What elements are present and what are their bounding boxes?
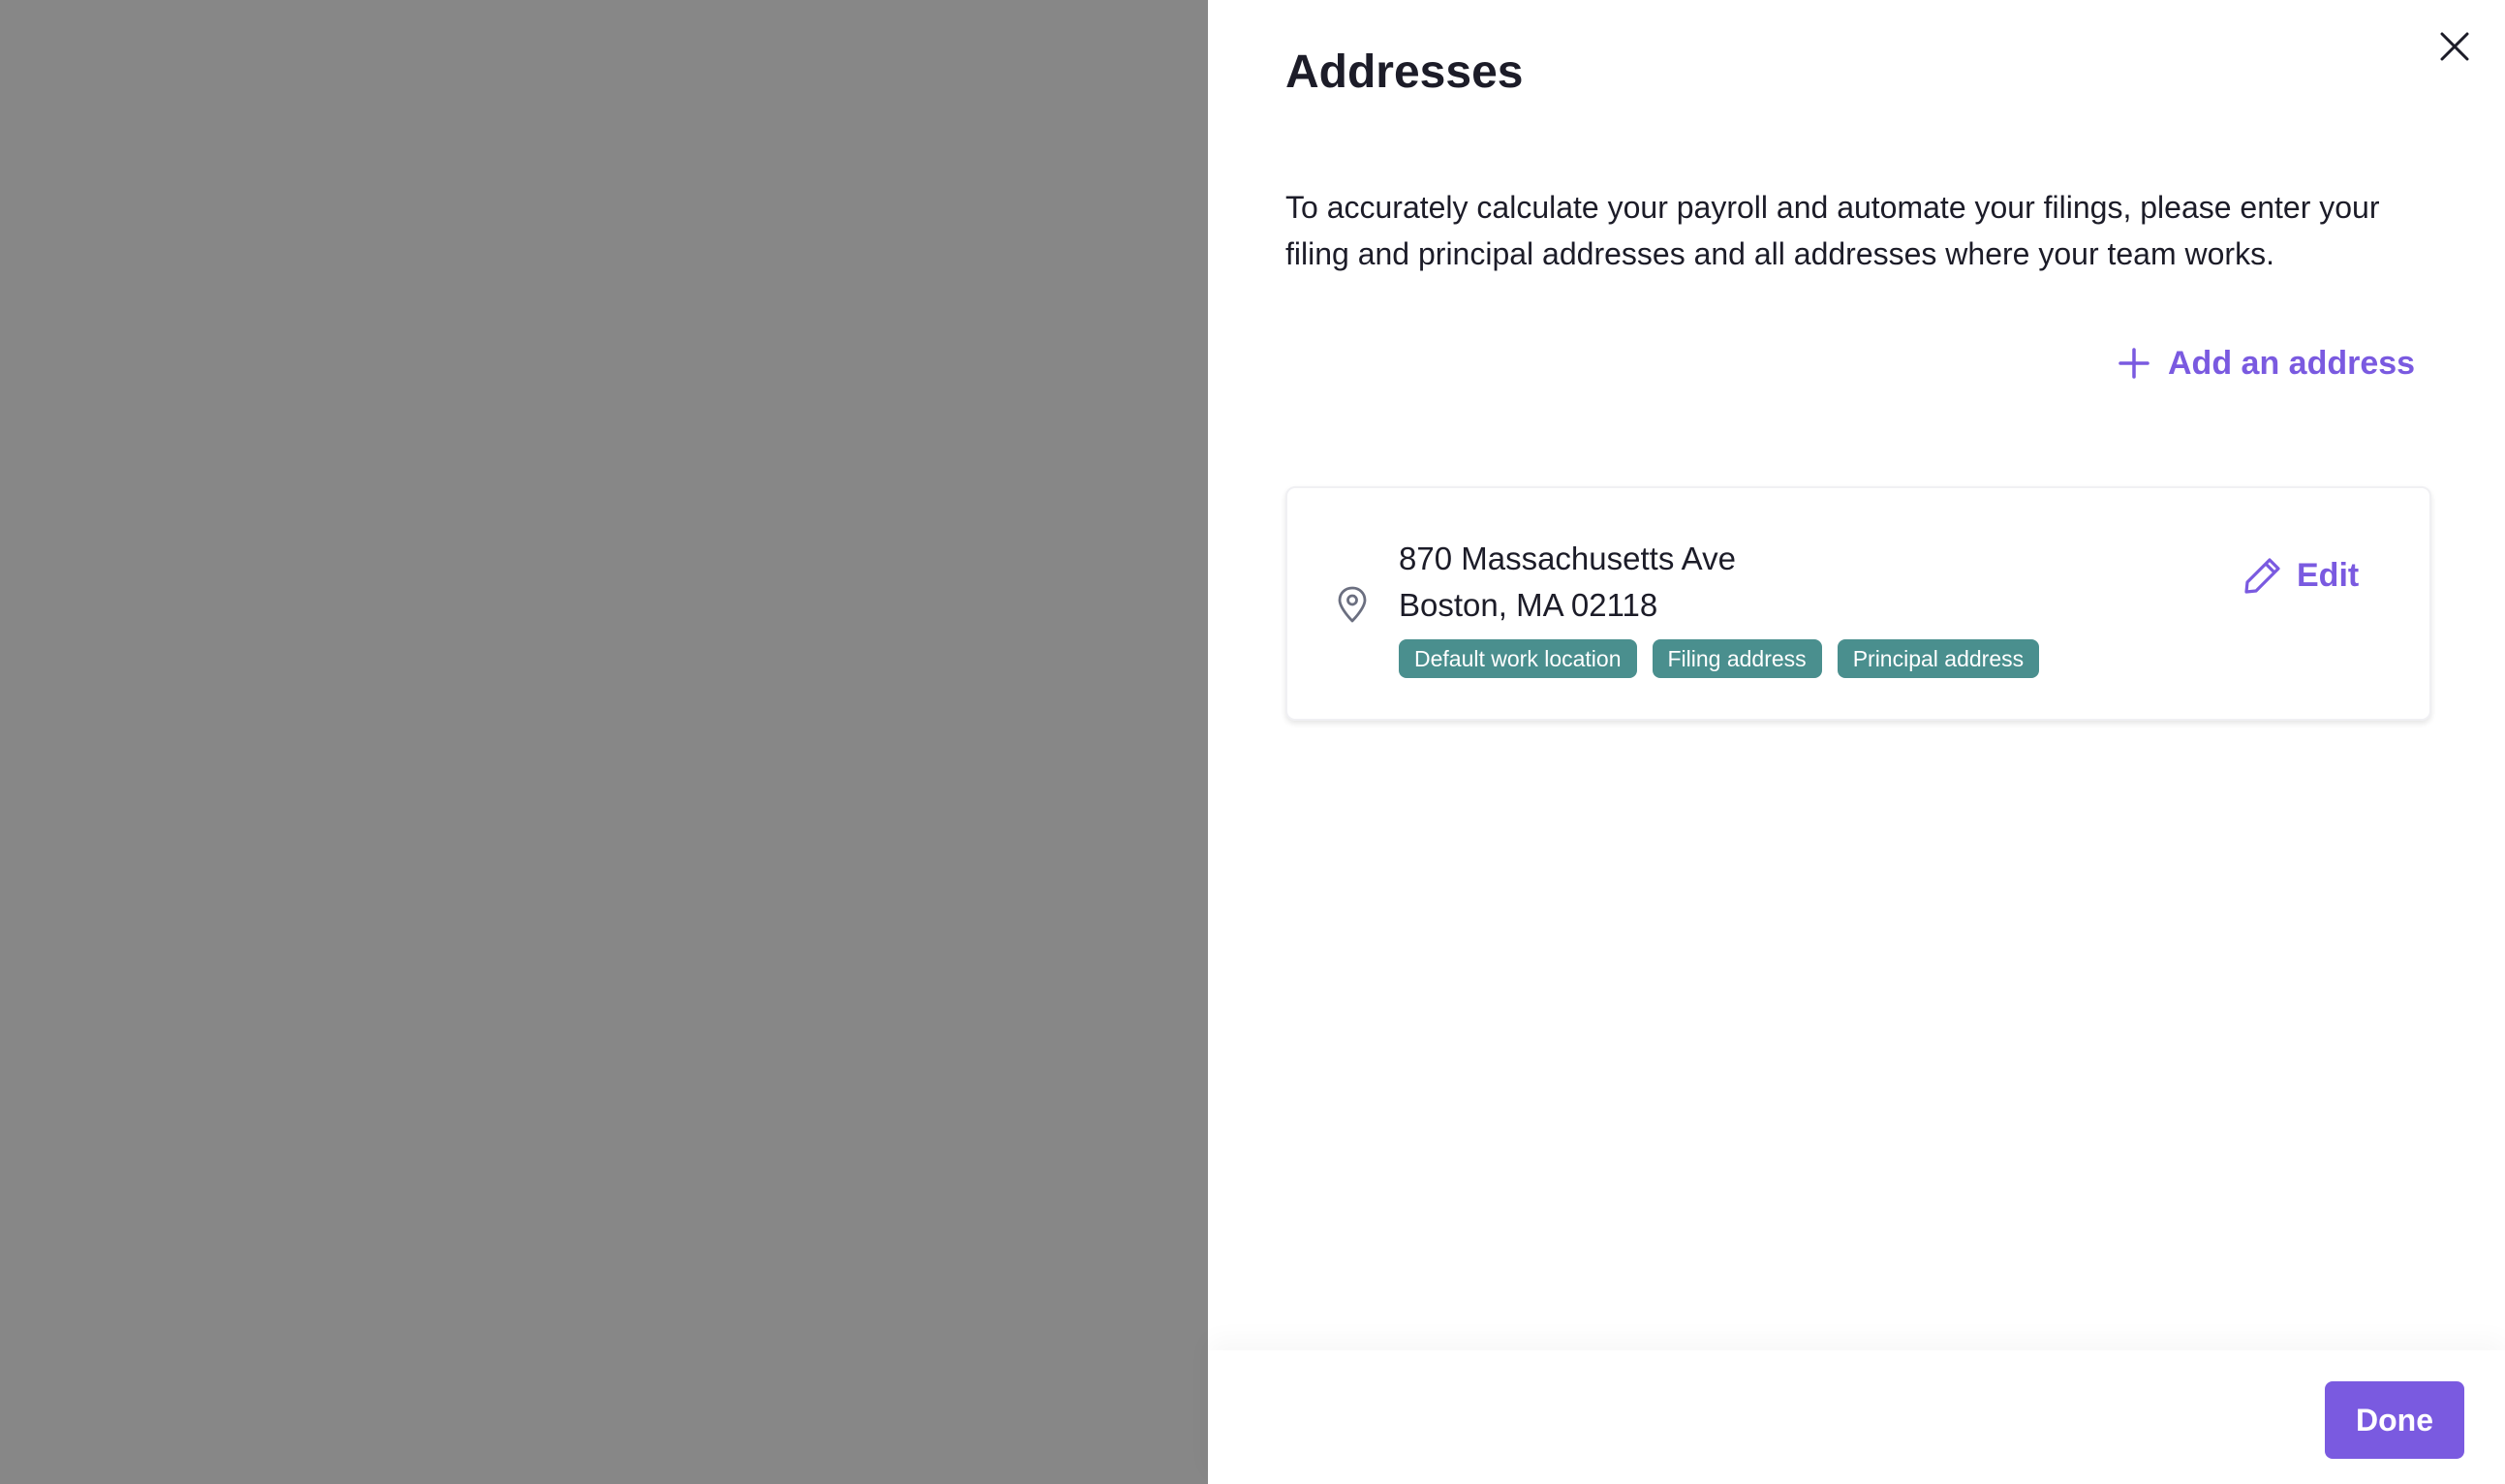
modal-backdrop[interactable] <box>0 0 1208 1484</box>
address-card: 870 Massachusetts Ave Boston, MA 02118 D… <box>1285 486 2431 721</box>
address-line-1: 870 Massachusetts Ave <box>1399 541 1736 576</box>
add-address-button[interactable]: Add an address <box>2118 339 2415 387</box>
close-icon <box>2440 32 2469 61</box>
address-line-2: Boston, MA 02118 <box>1399 587 1658 623</box>
app-root: Addresses To accurately calculate your p… <box>0 0 2505 1484</box>
badge-default-work-location: Default work location <box>1399 639 1637 678</box>
drawer-description: To accurately calculate your payroll and… <box>1285 190 2380 271</box>
address-badges: Default work location Filing address Pri… <box>1399 639 2040 678</box>
close-button[interactable] <box>2435 27 2474 66</box>
add-address-label: Add an address <box>2168 344 2416 382</box>
drawer-footer <box>1208 1350 2505 1484</box>
badge-filing-address: Filing address <box>1652 639 1822 678</box>
pencil-icon <box>2244 558 2280 594</box>
page-title: Addresses <box>1285 46 1524 98</box>
badge-principal-address: Principal address <box>1837 639 2040 678</box>
done-button[interactable]: Done <box>2325 1381 2464 1459</box>
map-pin-icon <box>1338 586 1367 623</box>
plus-icon <box>2118 348 2149 379</box>
edit-address-button[interactable]: Edit <box>2242 546 2359 604</box>
edit-label: Edit <box>2297 556 2360 594</box>
